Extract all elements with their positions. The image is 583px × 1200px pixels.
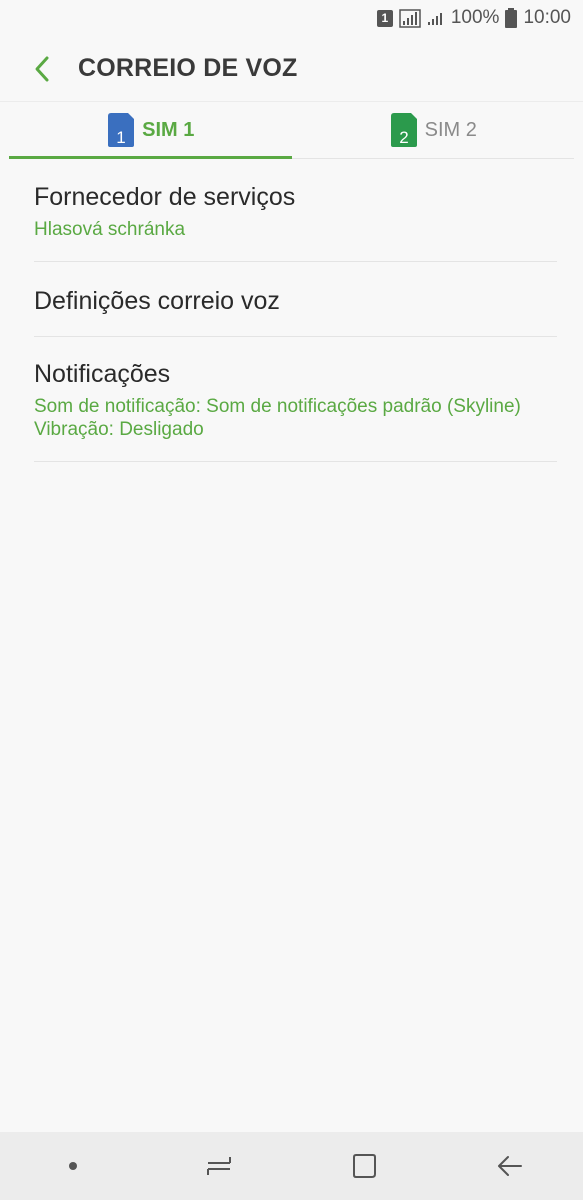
sim-card-2-icon: 2 [390, 113, 417, 147]
home-icon[interactable] [329, 1136, 399, 1196]
service-provider-title: Fornecedor de serviços [34, 183, 296, 211]
notifications-item[interactable]: Notificações Som de notificação: Som de … [34, 337, 557, 462]
svg-text:1: 1 [116, 128, 125, 147]
page-title: CORREIO DE VOZ [78, 54, 298, 82]
back-arrow-icon[interactable] [475, 1136, 545, 1196]
navigation-bar [0, 1132, 583, 1200]
sim-card-1-icon: 1 [108, 113, 135, 147]
tab-sim-2[interactable]: 2 SIM 2 [292, 102, 575, 158]
battery-icon [505, 8, 518, 28]
svg-text:2: 2 [399, 128, 408, 147]
tab-sim-1-label: SIM 1 [142, 118, 195, 141]
sim-1-icon: 1 [376, 9, 393, 27]
voicemail-settings-title: Definições correio voz [34, 287, 280, 315]
sim-tabs: 1 SIM 1 2 SIM 2 [9, 102, 574, 159]
sim-indicator: 1 [376, 9, 393, 27]
signal-sim1-icon [399, 8, 421, 28]
back-button[interactable] [14, 41, 70, 97]
voicemail-settings-item[interactable]: Definições correio voz [34, 262, 557, 337]
notification-sound-value: Som de notificação: Som de notificações … [34, 396, 521, 417]
notifications-title: Notificações [34, 360, 171, 388]
app-bar: CORREIO DE VOZ [0, 36, 583, 102]
dot-icon[interactable] [38, 1136, 108, 1196]
tab-sim-1[interactable]: 1 SIM 1 [9, 102, 292, 159]
settings-list: Fornecedor de serviços Hlasová schránka … [0, 160, 583, 462]
signal-sim2-icon [427, 10, 445, 26]
service-provider-value: Hlasová schránka [34, 219, 186, 240]
vibration-value: Vibração: Desligado [34, 419, 204, 440]
screen: 1 100% 10:00 CORREIO DE VOZ 1 SIM 1 2 SI… [0, 0, 583, 1200]
clock: 10:00 [523, 7, 571, 28]
battery-percent: 100% [450, 7, 500, 28]
status-bar: 1 100% 10:00 [0, 0, 583, 36]
service-provider-item[interactable]: Fornecedor de serviços Hlasová schránka [34, 160, 557, 262]
tab-sim-2-label: SIM 2 [424, 118, 477, 141]
recent-apps-icon[interactable] [184, 1136, 254, 1196]
chevron-left-icon [35, 56, 49, 81]
